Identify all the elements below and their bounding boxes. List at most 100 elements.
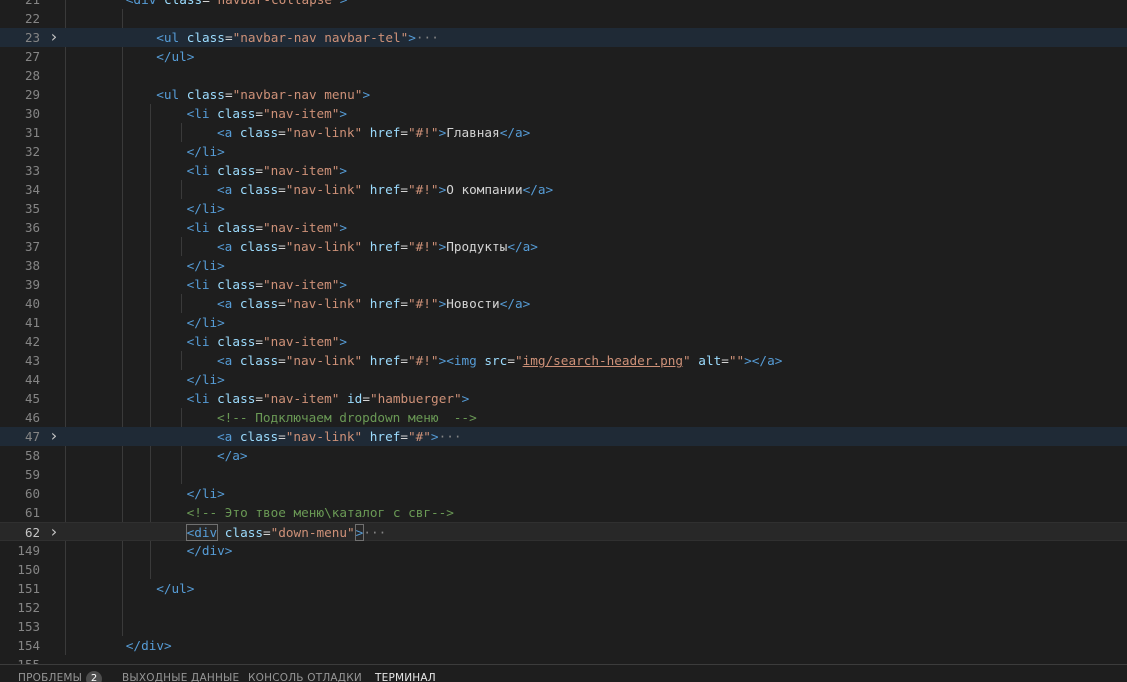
code-line[interactable]: 42 <li class="nav-item"> [0,332,1127,351]
fold-ellipsis[interactable]: ··· [363,525,386,540]
code-line[interactable]: 150 [0,560,1127,579]
code-token: img/search-header.png [522,353,684,368]
code-token: <!-- Это твое меню\каталог с свг--> [186,505,454,520]
code-token: = [721,353,729,368]
code-text[interactable]: <li class="nav-item" id="hambuerger"> [187,389,470,408]
code-token: <li [186,334,210,349]
line-number: 35 [24,201,40,216]
code-token: "navbar-nav menu" [232,87,363,102]
code-text[interactable]: </li> [187,484,225,503]
code-text[interactable]: <a class="nav-link" href="#!">Продукты</… [217,237,538,256]
code-line[interactable]: 32 </li> [0,142,1127,161]
code-text[interactable]: <li class="nav-item"> [187,104,347,123]
code-token: </a> [522,182,554,197]
line-number: 45 [24,391,40,406]
code-text[interactable]: <!-- Подключаем dropdown меню --> [217,408,477,427]
code-line[interactable]: 29 <ul class="navbar-nav menu"> [0,85,1127,104]
code-token: </li> [186,201,225,216]
code-text[interactable]: <a class="nav-link" href="#!"><img src="… [217,351,782,370]
code-line[interactable]: 43 <a class="nav-link" href="#!"><img src… [0,351,1127,370]
code-text[interactable]: <a class="nav-link" href="#!">Главная</a… [217,123,530,142]
code-token: <li [186,220,210,235]
code-line[interactable]: 21 <div class="navbar-collapse"> [0,0,1127,9]
code-line[interactable]: 22 [0,9,1127,28]
code-token: </li> [186,144,225,159]
code-text[interactable]: <!-- Это твое меню\каталог с свг--> [187,503,454,522]
code-line[interactable]: 44 </li> [0,370,1127,389]
code-token: </a> [499,125,531,140]
code-line[interactable]: 34 <a class="nav-link" href="#!">О компан… [0,180,1127,199]
code-text[interactable]: <a class="nav-link" href="#">··· [217,427,461,446]
code-line[interactable]: 152 [0,598,1127,617]
code-token: = [278,353,286,368]
code-text[interactable]: </li> [187,199,225,218]
code-line[interactable]: 151 </ul> [0,579,1127,598]
fold-ellipsis[interactable]: ··· [439,429,462,444]
fold-chevron-icon[interactable]: › [49,523,59,542]
code-line[interactable]: 23 › <ul class="navbar-nav navbar-tel">··· [0,28,1127,47]
code-text[interactable]: </div> [126,636,172,655]
code-line[interactable]: 38 </li> [0,256,1127,275]
code-text[interactable]: <li class="nav-item"> [187,218,347,237]
code-line[interactable]: 58 </a> [0,446,1127,465]
code-line[interactable]: 37 <a class="nav-link" href="#!">Продукты… [0,237,1127,256]
code-line[interactable]: 41 </li> [0,313,1127,332]
code-line[interactable]: 155 [0,655,1127,664]
code-text[interactable]: </li> [187,370,225,389]
code-line[interactable]: 28 [0,66,1127,85]
code-line[interactable]: 40 <a class="nav-link" href="#!">Новости<… [0,294,1127,313]
code-line[interactable]: 27 </ul> [0,47,1127,66]
fold-ellipsis[interactable]: ··· [416,30,439,45]
code-text[interactable]: </a> [217,446,248,465]
code-token: class [209,334,256,349]
code-token: "nav-link" [285,353,363,368]
code-text[interactable]: </li> [187,142,225,161]
fold-chevron-icon[interactable]: › [49,28,59,47]
code-token: <li [186,277,210,292]
code-line[interactable]: 149 </div> [0,541,1127,560]
code-editor[interactable]: 21<div class="navbar-collapse">2223›<ul … [0,0,1127,664]
line-number: 33 [24,163,40,178]
code-line[interactable]: 45 <li class="nav-item" id="hambuerger"> [0,389,1127,408]
code-text[interactable]: <ul class="navbar-nav menu"> [156,85,370,104]
code-text[interactable]: <a class="nav-link" href="#!">О компании… [217,180,553,199]
code-line[interactable]: 47 › <a class="nav-link" href="#">··· [0,427,1127,446]
code-token: "nav-link" [285,429,363,444]
code-text[interactable]: <li class="nav-item"> [187,332,347,351]
code-text[interactable]: </div> [187,541,233,560]
code-text[interactable]: </li> [187,256,225,275]
code-line[interactable]: 31 <a class="nav-link" href="#!">Главная<… [0,123,1127,142]
code-token: "nav-item" [263,220,340,235]
code-text[interactable]: <li class="nav-item"> [187,161,347,180]
fold-chevron-icon[interactable]: › [49,427,59,446]
code-token: "nav-item" [263,391,340,406]
code-token: </li> [186,315,225,330]
code-line[interactable]: 62 › <div class="down-menu">··· [0,522,1127,541]
code-token: </li> [186,372,225,387]
code-line[interactable]: 39 <li class="nav-item"> [0,275,1127,294]
code-token: class [179,30,225,45]
code-text[interactable]: <div class="down-menu">··· [185,523,386,542]
code-line[interactable]: 33 <li class="nav-item"> [0,161,1127,180]
code-line[interactable]: 35 </li> [0,199,1127,218]
code-token: class [209,220,256,235]
code-line[interactable]: 60 </li> [0,484,1127,503]
line-number: 41 [24,315,40,330]
code-line[interactable]: 61 <!-- Это твое меню\каталог с свг--> [0,503,1127,522]
code-line[interactable]: 154 </div> [0,636,1127,655]
code-text[interactable]: </ul> [156,579,194,598]
code-text[interactable]: <ul class="navbar-nav navbar-tel">··· [156,28,439,47]
code-token: <a [217,353,233,368]
code-text[interactable]: </ul> [156,47,194,66]
code-line[interactable]: 36 <li class="nav-item"> [0,218,1127,237]
code-token: Главная [446,125,500,140]
line-number: 42 [24,334,40,349]
code-text[interactable]: <li class="nav-item"> [187,275,347,294]
code-text[interactable]: </li> [187,313,225,332]
code-line[interactable]: 30 <li class="nav-item"> [0,104,1127,123]
code-text[interactable]: <a class="nav-link" href="#!">Новости</a… [217,294,530,313]
code-text[interactable]: <div class="navbar-collapse"> [126,0,348,9]
code-line[interactable]: 46 <!-- Подключаем dropdown меню --> [0,408,1127,427]
code-line[interactable]: 59 [0,465,1127,484]
code-line[interactable]: 153 [0,617,1127,636]
